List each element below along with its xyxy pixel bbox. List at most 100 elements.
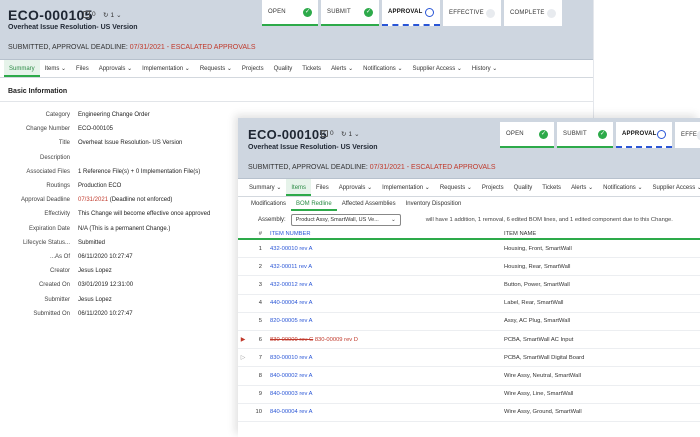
col-item-number[interactable]: ITEM NUMBER [270, 231, 504, 237]
workflow-step-submit[interactable]: SUBMIT ✓ [321, 0, 379, 26]
item-number-link[interactable]: 830-00009 rev C 830-00009 rev D [270, 337, 504, 343]
workflow-step-label: OPEN [506, 131, 524, 137]
chevron-down-icon: ⌄ [125, 66, 133, 72]
tab-summary[interactable]: Summary ⌄ [244, 179, 286, 196]
item-number-new[interactable]: 830-00009 rev D [315, 337, 358, 343]
attachment-icon: ✓ [321, 130, 328, 137]
item-number-link[interactable]: 840-00002 rev A [270, 373, 504, 379]
change-flag-icon: ▶ [240, 337, 246, 344]
eco-status-line: SUBMITTED, APPROVAL DEADLINE: 07/31/2021… [8, 44, 256, 51]
field-label: Description [39, 154, 70, 161]
tab-tickets[interactable]: Tickets [537, 179, 566, 196]
attachments-chip[interactable]: ✓ 0 [321, 130, 334, 137]
row-number: 5 [258, 318, 262, 325]
tab-items[interactable]: Items ⌄ [40, 60, 71, 77]
table-row[interactable]: ▷ 7 830-00010 rev A PCBA, SmartWall Digital… [238, 349, 700, 368]
item-number-link[interactable]: 820-00005 rev A [270, 318, 504, 324]
tab-supplier-access[interactable]: Supplier Access ⌄ [408, 60, 467, 77]
item-number-old[interactable]: 830-00009 rev C [270, 337, 313, 343]
subtab-bom-redline[interactable]: BOM Redline [291, 197, 337, 211]
item-number-link[interactable]: 840-00004 rev A [270, 409, 504, 415]
tab-implementation[interactable]: Implementation ⌄ [377, 179, 435, 196]
item-number-link[interactable]: 830-00010 rev A [270, 355, 504, 361]
checkmark-icon: ✓ [539, 129, 548, 139]
tab-projects[interactable]: Projects [237, 60, 269, 77]
eco-id: ECO-000105 [248, 127, 327, 142]
attachments-count: 0 [92, 11, 96, 18]
tab-approvals[interactable]: Approvals ⌄ [94, 60, 137, 77]
table-row[interactable]: 3 432-00012 rev A Button, Power, SmartWall [238, 276, 700, 295]
attachments-count: 0 [330, 130, 334, 137]
subtab-modifications[interactable]: Modifications [246, 197, 291, 211]
chevron-down-icon: ⌄ [274, 185, 282, 191]
workflow-step-approval[interactable]: APPROVAL [616, 122, 672, 148]
attachments-chip[interactable]: ✓ 0 [83, 11, 96, 18]
field-value: 07/31/2021 (Deadline not enforced) [78, 197, 172, 203]
revisions-chip[interactable]: ↻ 1 ⌄ [341, 130, 360, 139]
tab-quality[interactable]: Quality [269, 60, 298, 77]
workflow-step-complete[interactable]: COMPLETE [504, 0, 562, 26]
workflow-step-effective[interactable]: EFFECTIVE [443, 0, 501, 26]
tab-requests[interactable]: Requests ⌄ [195, 60, 237, 77]
table-row[interactable]: 4 440-00004 rev A Label, Rear, SmartWall [238, 295, 700, 313]
tab-requests[interactable]: Requests ⌄ [435, 179, 477, 196]
tab-implementation[interactable]: Implementation ⌄ [137, 60, 195, 77]
tab-summary[interactable]: Summary [4, 60, 40, 77]
tab-files[interactable]: Files [311, 179, 334, 196]
tab-history[interactable]: History ⌄ [467, 60, 502, 77]
subtab-inventory-disposition[interactable]: Inventory Disposition [401, 197, 467, 211]
table-row[interactable]: 9 840-00003 rev A Wire Assy, Line, SmartWa… [238, 386, 700, 404]
tab-quality[interactable]: Quality [509, 179, 538, 196]
tab-label: Files [316, 185, 329, 191]
revisions-count: 1 [110, 11, 115, 19]
table-row[interactable]: 2 432-00011 rev A Housing, Rear, SmartWall [238, 258, 700, 277]
table-row[interactable]: 10 840-00004 rev A Wire Assy, Ground, Smar… [238, 404, 700, 422]
assembly-select[interactable]: Product Assy, SmartWall, US Ve... ⌄ [290, 214, 401, 226]
workflow-step-submit[interactable]: SUBMIT ✓ [557, 122, 613, 148]
table-row[interactable]: 1 432-00010 rev A Housing, Front, SmartWal… [238, 240, 700, 259]
status-deadline: 07/31/2021 [129, 44, 165, 51]
tab-label: Requests [439, 185, 466, 191]
item-number-link[interactable]: 432-00011 rev A [270, 264, 504, 270]
row-number: 9 [258, 391, 262, 398]
tab-alerts[interactable]: Alerts ⌄ [566, 179, 598, 196]
col-item-name[interactable]: ITEM NAME [504, 231, 536, 237]
chevron-down-icon: ⌄ [183, 66, 190, 72]
item-number-link[interactable]: 440-00004 rev A [270, 300, 504, 306]
tab-approvals[interactable]: Approvals ⌄ [334, 179, 377, 196]
tab-tickets[interactable]: Tickets [297, 60, 326, 77]
tab-files[interactable]: Files [71, 60, 94, 77]
chevron-down-icon: ⌄ [696, 185, 700, 191]
field-label: Category [45, 112, 70, 119]
table-row[interactable]: ▶ 6 830-00009 rev C 830-00009 rev D PCBA, S… [238, 331, 700, 350]
revisions-chip[interactable]: ↻ 1 ⌄ [103, 11, 122, 20]
eco-id: ECO-000105 [8, 7, 93, 23]
item-name: Wire Assy, Line, SmartWall [504, 391, 574, 398]
tab-label: Tickets [542, 185, 562, 191]
item-number-link[interactable]: 432-00010 rev A [270, 246, 504, 252]
item-number-link[interactable]: 432-00012 rev A [270, 282, 504, 288]
tab-projects[interactable]: Projects [477, 179, 509, 196]
item-number-link[interactable]: 840-00003 rev A [270, 391, 504, 397]
field-value: 1 Reference File(s) + 0 Implementation F… [78, 168, 201, 175]
workflow-step-label: SUBMIT [563, 131, 587, 137]
tab-label: Implementation [142, 66, 184, 72]
tab-items[interactable]: Items [286, 179, 312, 196]
workflow-step-effe[interactable]: EFFE [675, 122, 700, 148]
workflow-step-approval[interactable]: APPROVAL [382, 0, 440, 26]
subtab-affected-assemblies[interactable]: Affected Assemblies [337, 197, 401, 211]
workflow-step-open[interactable]: OPEN ✓ [500, 122, 554, 148]
row-number: 1 [258, 245, 262, 252]
col-num[interactable]: # [248, 231, 270, 237]
table-row[interactable]: 5 820-00005 rev A Assy, AC Plug, SmartWall [238, 313, 700, 331]
tab-supplier-access[interactable]: Supplier Access ⌄ [648, 179, 700, 196]
chevron-down-icon: ⌄ [465, 185, 472, 191]
refresh-icon: ↻ [341, 131, 347, 138]
workflow-step-open[interactable]: OPEN ✓ [262, 0, 318, 26]
table-row[interactable]: 8 840-00002 rev A Wire Assy, Neutral, Smar… [238, 367, 700, 386]
tab-alerts[interactable]: Alerts ⌄ [326, 60, 358, 77]
tab-notifications[interactable]: Notifications ⌄ [358, 60, 407, 77]
item-name: Assy, AC Plug, SmartWall [504, 318, 571, 325]
tab-notifications[interactable]: Notifications ⌄ [598, 179, 647, 196]
assembly-bar: Assembly: Product Assy, SmartWall, US Ve… [238, 211, 700, 229]
